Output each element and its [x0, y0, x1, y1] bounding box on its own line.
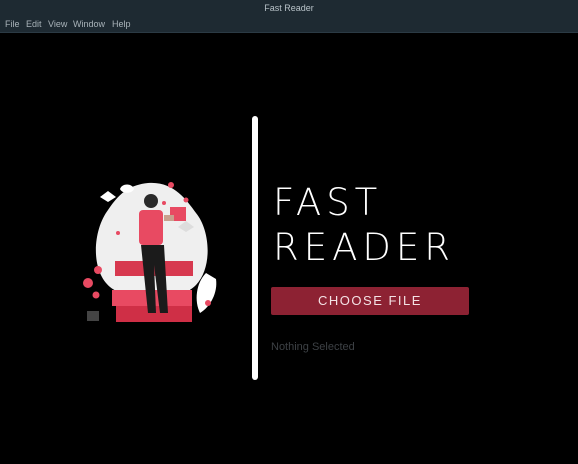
menu-view[interactable]: View [48, 16, 67, 32]
menu-bar: File Edit View Window Help [0, 16, 578, 33]
app-title-line-1: FAST [273, 181, 383, 224]
menu-window[interactable]: Window [73, 16, 105, 32]
window-title: Fast Reader [264, 3, 314, 13]
app-title-line-2: READER [273, 226, 455, 269]
menu-file[interactable]: File [5, 16, 20, 32]
selection-status: Nothing Selected [271, 341, 355, 353]
choose-file-button[interactable]: CHOOSE FILE [271, 287, 469, 315]
reading-illustration [83, 182, 217, 322]
menu-help[interactable]: Help [112, 16, 131, 32]
window-titlebar: Fast Reader [0, 0, 578, 16]
menu-edit[interactable]: Edit [26, 16, 42, 32]
vertical-divider [252, 116, 258, 380]
